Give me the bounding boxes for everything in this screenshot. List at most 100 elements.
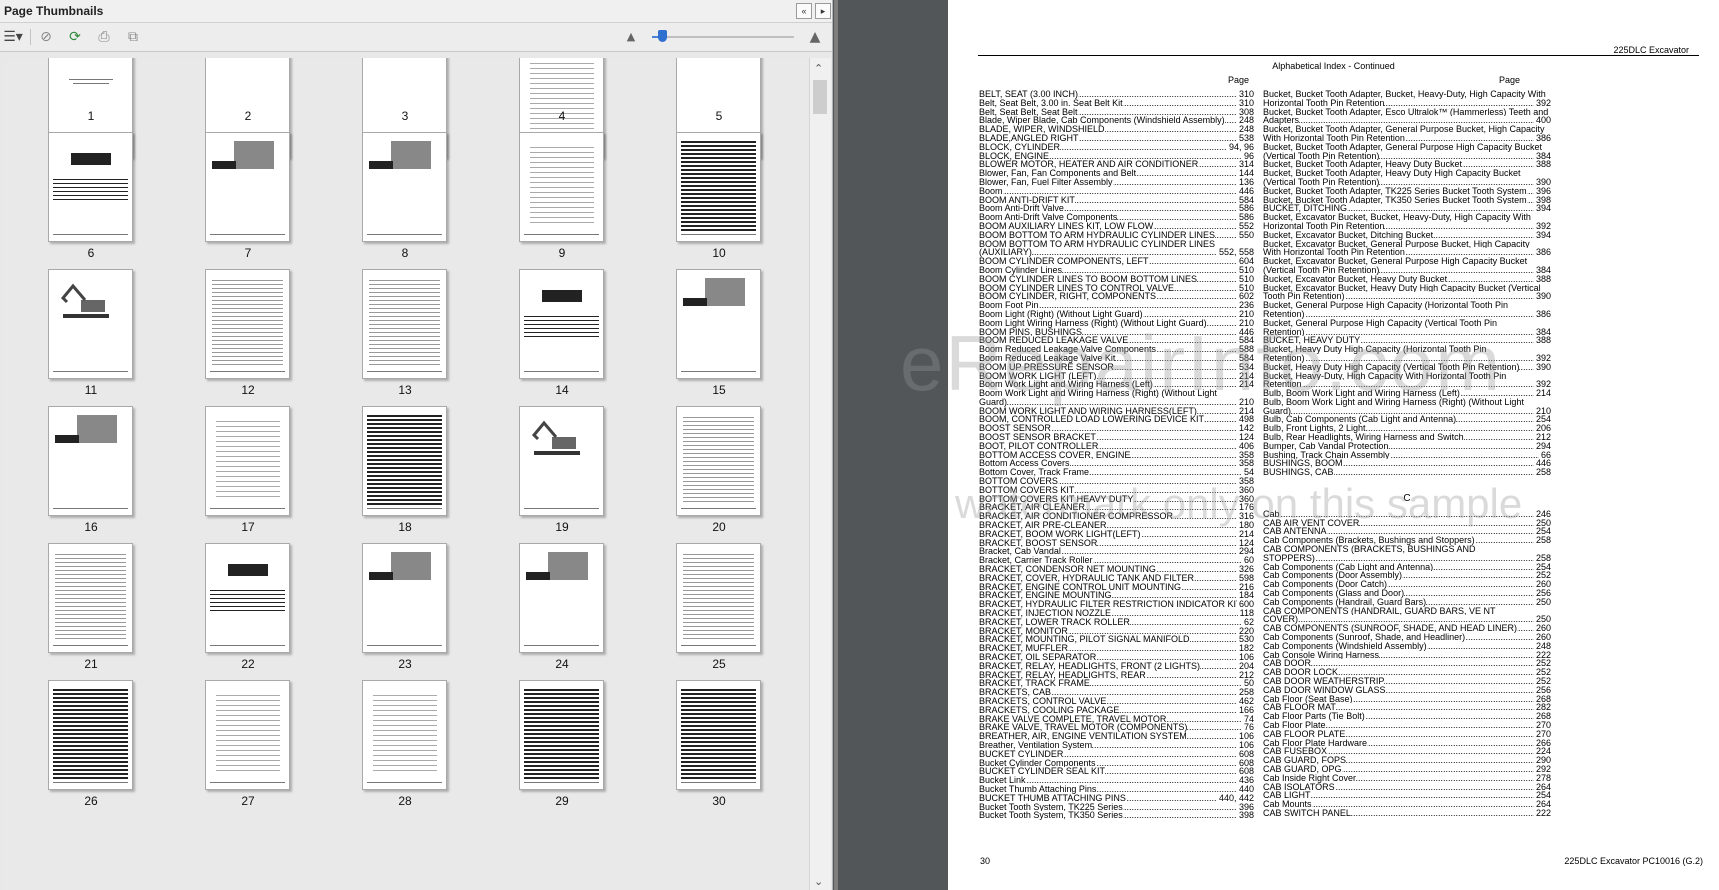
index-entry-page: 510 [1236,274,1254,284]
index-entry-page: 184 [1236,591,1254,601]
zoom-slider-track[interactable] [652,36,794,38]
index-entry: Bucket, Bucket Tooth Adapter, Heavy Duty… [1263,160,1551,170]
index-entry: BOOM, CONTROLLED LOAD LOWERING DEVICE KI… [979,415,1254,425]
thumbnail-image[interactable] [48,680,133,790]
index-entry-page: 358 [1236,450,1254,460]
double-chevron-left-icon[interactable]: « [796,3,812,19]
thumbnail-image[interactable] [676,406,761,516]
thumbnail-image[interactable] [519,406,604,516]
index-entry: CAB ANTENNA.............................… [1263,527,1551,537]
thumbnail-image[interactable] [362,406,447,516]
thumbnail-image[interactable] [205,269,290,379]
index-entry-page: 252 [1533,677,1551,686]
index-entry-text: Boom Light (Right) (Without Light Guard) [979,309,1143,319]
index-entry-text: Adapters [1263,116,1300,126]
index-entry-page: 292 [1533,764,1551,774]
thumbnail-image[interactable] [676,543,761,653]
thumbnail-image[interactable] [676,132,761,242]
thumbnail-image[interactable] [519,543,604,653]
thumbnail-image[interactable] [205,132,290,242]
zoom-out-icon[interactable]: ▲ [622,29,640,45]
index-entry-page: 214 [1236,380,1254,390]
index-entry-page: 462 [1236,696,1254,706]
index-entry-page: 96 [1241,151,1254,161]
index-entry-page: 216 [1236,582,1254,592]
index-entry: BOOM AUXILIARY LINES KIT, LOW FLOW......… [979,221,1254,231]
index-entry-page: 76 [1241,723,1254,733]
zoom-slider-handle[interactable] [657,30,667,42]
thumbnail-image[interactable] [48,543,133,653]
index-entry: BLOCK, ENGINE...........................… [979,151,1254,161]
index-entry: Boom Reduced Leakage Valve Components...… [979,345,1254,354]
thumbnail-image[interactable] [362,680,447,790]
index-entry-page: 94, 96 [1226,142,1254,152]
thumbnail-options-icon[interactable]: ☰▾ [2,29,24,45]
triangle-right-icon[interactable]: ▸ [815,3,831,19]
index-entry: Tooth Pin Retention)....................… [1263,292,1551,302]
extract-page-icon[interactable]: ⧉ [124,29,142,45]
thumbnail-page-number: 14 [555,383,569,397]
index-entry-text: Cab Components (Door Assembly) [1263,571,1403,581]
page-column-label-left: Page [1228,75,1250,85]
thumbnail-image[interactable] [362,132,447,242]
index-entry: Boom Work Light and Wiring Harness (Righ… [979,389,1254,398]
thumbnail-page-number: 13 [398,383,412,397]
thumbnail-image[interactable] [48,269,133,379]
index-entry-text: Bucket, Excavator Bucket, Heavy Duty Buc… [1263,274,1448,284]
leader-dots: ........................................… [1263,509,1551,519]
scrollbar-thumb[interactable] [813,80,827,114]
thumbnail-image[interactable] [676,680,761,790]
index-entry: Horizontal Tooth Pin Retention..........… [1263,98,1551,108]
leader-dots: ........................................… [979,397,1254,407]
chevron-down-icon[interactable]: ⌄ [814,875,823,888]
index-entry-page: 252 [1533,571,1551,581]
print-pages-icon[interactable]: ⎙ [95,29,113,45]
index-entry-text: BOOM CYLINDER LINES TO CONTROL VALVE [979,283,1175,293]
index-entry-page: 310 [1236,98,1254,108]
index-entry: Cab Components (Cab Light and Antenna)..… [1263,562,1551,572]
index-entry-text: Bottom Access Covers [979,459,1070,469]
thumbnail-image[interactable] [519,269,604,379]
index-entry-text: BRACKET, OIL SEPARATOR [979,653,1097,662]
thumbnail-page-number: 1 [87,109,95,123]
page-header-title: 225DLC Excavator [1613,45,1689,55]
thumbnail-image[interactable] [362,543,447,653]
thumbnails-scrollbar[interactable]: ⌃ ⌄ [809,58,831,890]
thumbnail-image[interactable] [205,406,290,516]
index-entry-page: 446 [1236,186,1254,196]
thumbnail-image[interactable] [519,680,604,790]
thumbnail-image[interactable] [48,406,133,516]
index-entry: Cab Floor Plate.........................… [1263,720,1551,730]
thumbnail-page-number: 17 [241,520,255,534]
thumbnail-image[interactable] [362,269,447,379]
index-entry: BRACKETS, COOLING PACKAGE...............… [979,705,1254,715]
index-entry-page: 294 [1236,547,1254,557]
index-entry-text: BRACKET, BOOST SENSOR [979,538,1098,548]
thumbnail-image[interactable] [205,543,290,653]
index-entry-page: 446 [1533,459,1551,469]
index-entry-page: 124 [1236,538,1254,548]
index-entry: Cab Floor Parts (Tie Bolt)..............… [1263,712,1551,721]
index-entry-text: CAB GUARD, OPG [1263,764,1342,774]
chevron-up-icon[interactable]: ⌃ [814,62,823,75]
index-entry: STOPPERS)...............................… [1263,553,1551,563]
index-entry-text: Bulb, Rear Headlights, Wiring Harness an… [1263,433,1464,442]
index-entry-text: BELT, SEAT (3.00 INCH) [979,90,1079,99]
index-entry: Bucket, Excavator Bucket, Ditching Bucke… [1263,230,1551,240]
index-entry: Bucket Link.............................… [979,776,1254,785]
zoom-in-icon[interactable]: ▲ [806,29,824,45]
thumbnail-image[interactable] [676,269,761,379]
index-entry-text: Retention) [1263,353,1305,363]
thumbnail-page-number: 8 [401,246,409,260]
index-entry: Bucket Tooth System, TK225 Series.......… [979,802,1254,812]
index-entry-text: Retention) [1263,327,1305,337]
thumbnail-image[interactable] [205,680,290,790]
index-entry-page: 260 [1533,580,1551,590]
delete-pages-icon[interactable]: ⊘ [37,29,55,45]
thumbnail-page-number: 28 [398,794,412,808]
rotate-page-icon[interactable]: ⟳ [66,29,84,45]
thumbnail-image[interactable] [519,132,604,242]
index-entry-page: 584 [1236,195,1254,205]
thumbnail-image[interactable] [48,132,133,242]
index-entry: BOOM CYLINDER LINES TO BOOM BOTTOM LINES… [979,274,1254,284]
